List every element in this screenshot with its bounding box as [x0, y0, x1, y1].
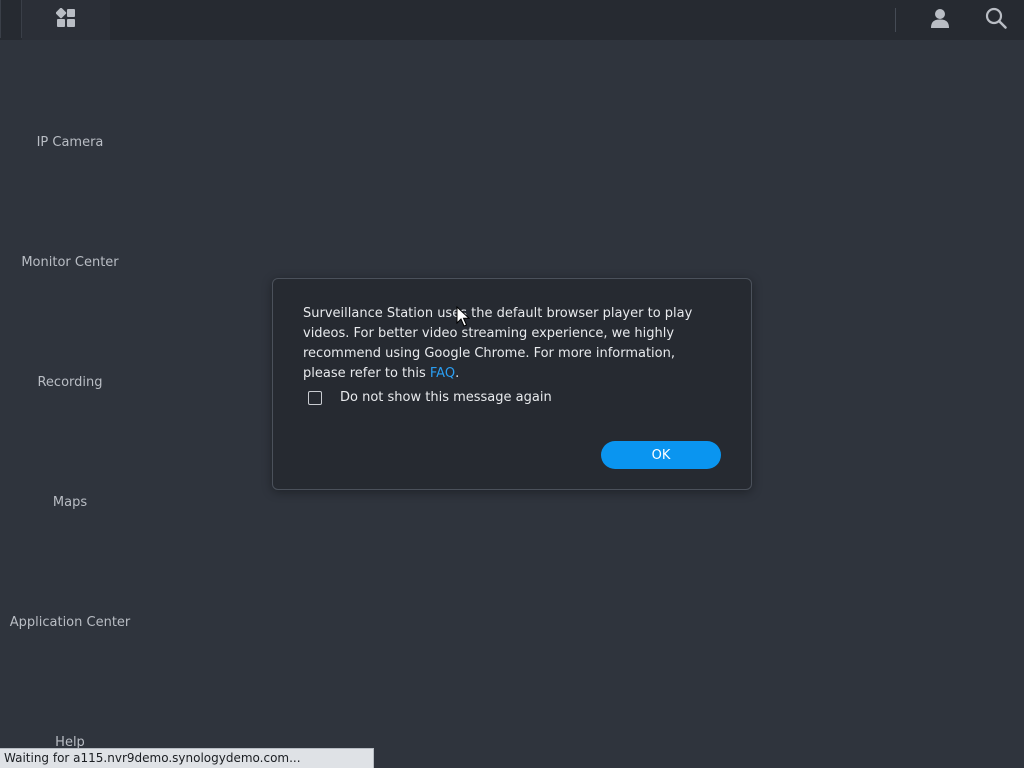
user-button[interactable] [920, 0, 960, 40]
ok-button[interactable]: OK [601, 441, 721, 469]
browser-player-dialog: Surveillance Station uses the default br… [272, 278, 752, 490]
user-icon [929, 7, 951, 33]
dont-show-again-label[interactable]: Do not show this message again [340, 390, 552, 405]
search-button[interactable] [976, 0, 1016, 40]
dialog-message-text: Surveillance Station uses the default br… [303, 306, 693, 381]
dont-show-again-row[interactable]: Do not show this message again [308, 390, 552, 405]
top-bar [0, 0, 1024, 40]
divider [895, 8, 896, 32]
sidebar-item-maps[interactable]: Maps [0, 495, 140, 510]
dont-show-again-checkbox[interactable] [308, 390, 322, 405]
sidebar-item-monitor-center[interactable]: Monitor Center [0, 255, 140, 270]
search-icon [985, 7, 1007, 33]
sidebar-item-ip-camera[interactable]: IP Camera [0, 135, 140, 150]
sidebar-item-recording[interactable]: Recording [0, 375, 140, 390]
browser-status-bar: Waiting for a115.nvr9demo.synologydemo.c… [0, 748, 374, 768]
divider [0, 0, 1, 38]
main-menu-button[interactable] [22, 0, 110, 40]
dialog-message-suffix: . [455, 366, 460, 381]
sidebar-item-application-center[interactable]: Application Center [0, 615, 140, 630]
grid-icon [55, 7, 76, 32]
faq-link[interactable]: FAQ [430, 366, 455, 381]
dialog-message: Surveillance Station uses the default br… [303, 304, 713, 384]
